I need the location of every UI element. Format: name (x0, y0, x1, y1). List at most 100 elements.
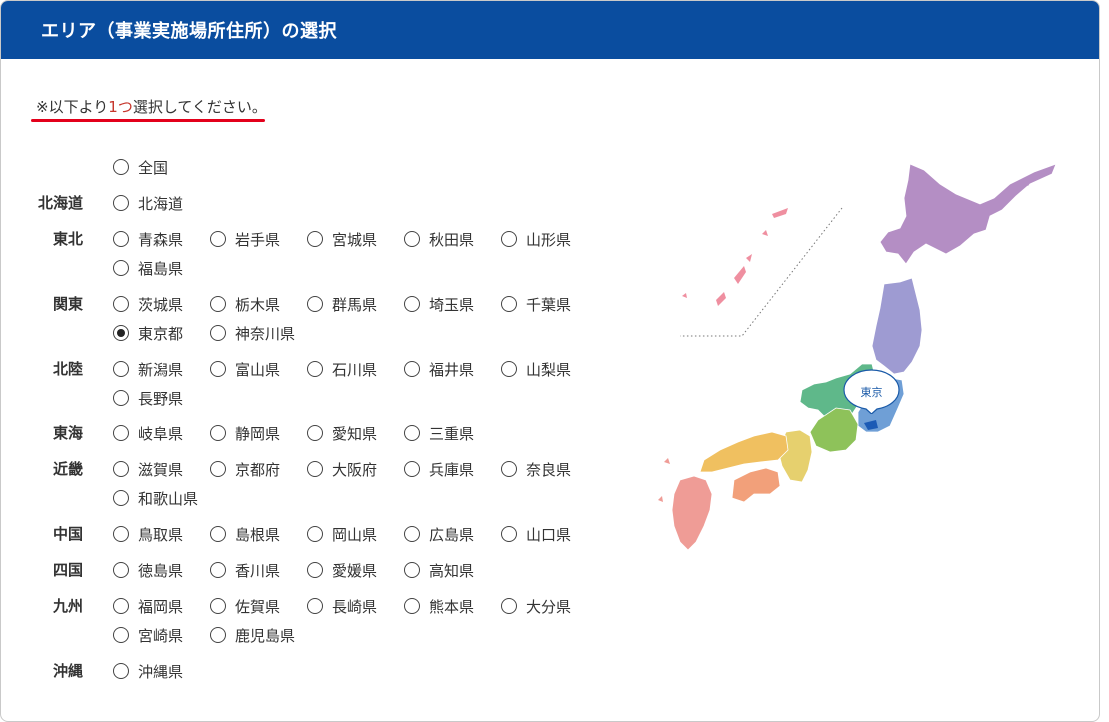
radio-button[interactable] (113, 390, 129, 406)
radio-option[interactable]: 島根県 (210, 524, 280, 544)
radio-option[interactable]: 長野県 (113, 388, 183, 408)
radio-button[interactable] (501, 598, 517, 614)
radio-option[interactable]: 山梨県 (501, 359, 571, 379)
radio-option[interactable]: 福井県 (404, 359, 474, 379)
radio-button[interactable] (404, 461, 420, 477)
radio-option[interactable]: 山口県 (501, 524, 571, 544)
radio-option[interactable]: 長崎県 (307, 596, 377, 616)
radio-button[interactable] (113, 598, 129, 614)
radio-button[interactable] (113, 231, 129, 247)
radio-button[interactable] (113, 296, 129, 312)
radio-option[interactable]: 山形県 (501, 229, 571, 249)
radio-button[interactable] (210, 361, 226, 377)
radio-option[interactable]: 鹿児島県 (210, 625, 295, 645)
radio-button[interactable] (307, 526, 323, 542)
radio-button[interactable] (404, 231, 420, 247)
radio-option[interactable]: 千葉県 (501, 294, 571, 314)
radio-button[interactable] (307, 231, 323, 247)
radio-button[interactable] (210, 598, 226, 614)
radio-button[interactable] (210, 627, 226, 643)
radio-option[interactable]: 石川県 (307, 359, 377, 379)
radio-button[interactable] (113, 159, 129, 175)
radio-button[interactable] (501, 296, 517, 312)
radio-button[interactable] (113, 490, 129, 506)
radio-option[interactable]: 岩手県 (210, 229, 280, 249)
radio-button[interactable] (113, 526, 129, 542)
radio-button[interactable] (113, 195, 129, 211)
radio-option[interactable]: 北海道 (113, 193, 183, 213)
radio-option[interactable]: 熊本県 (404, 596, 474, 616)
radio-button[interactable] (307, 425, 323, 441)
radio-option[interactable]: 岡山県 (307, 524, 377, 544)
radio-button[interactable] (501, 526, 517, 542)
radio-option[interactable]: 東京都 (113, 323, 183, 343)
radio-button[interactable] (501, 361, 517, 377)
radio-button[interactable] (404, 361, 420, 377)
radio-button[interactable] (113, 361, 129, 377)
radio-option[interactable]: 京都府 (210, 459, 280, 479)
radio-button[interactable] (113, 425, 129, 441)
radio-option[interactable]: 徳島県 (113, 560, 183, 580)
radio-button[interactable] (113, 562, 129, 578)
radio-option-label: 岩手県 (235, 230, 281, 249)
radio-option[interactable]: 全国 (113, 157, 168, 177)
radio-button[interactable] (307, 562, 323, 578)
radio-option[interactable]: 沖縄県 (113, 661, 183, 681)
radio-option[interactable]: 栃木県 (210, 294, 280, 314)
radio-button[interactable] (307, 598, 323, 614)
radio-option[interactable]: 佐賀県 (210, 596, 280, 616)
radio-option-label: 大分県 (526, 597, 572, 616)
radio-option[interactable]: 兵庫県 (404, 459, 474, 479)
radio-option[interactable]: 宮崎県 (113, 625, 183, 645)
radio-button[interactable] (210, 461, 226, 477)
radio-button[interactable] (210, 425, 226, 441)
radio-option[interactable]: 大分県 (501, 596, 571, 616)
radio-option[interactable]: 愛知県 (307, 423, 377, 443)
radio-option[interactable]: 富山県 (210, 359, 280, 379)
radio-option-label: 神奈川県 (235, 324, 296, 343)
radio-option[interactable]: 新潟県 (113, 359, 183, 379)
radio-button[interactable] (404, 296, 420, 312)
radio-option[interactable]: 香川県 (210, 560, 280, 580)
radio-button[interactable] (210, 562, 226, 578)
radio-button[interactable] (113, 627, 129, 643)
radio-option[interactable]: 青森県 (113, 229, 183, 249)
radio-option[interactable]: 大阪府 (307, 459, 377, 479)
radio-option[interactable]: 滋賀県 (113, 459, 183, 479)
radio-button[interactable] (307, 361, 323, 377)
radio-button[interactable] (307, 296, 323, 312)
radio-option[interactable]: 奈良県 (501, 459, 571, 479)
radio-option[interactable]: 茨城県 (113, 294, 183, 314)
radio-option[interactable]: 福岡県 (113, 596, 183, 616)
radio-option-label: 山梨県 (526, 360, 572, 379)
radio-button[interactable] (404, 526, 420, 542)
radio-button[interactable] (404, 562, 420, 578)
radio-button[interactable] (210, 325, 226, 341)
radio-button[interactable] (404, 425, 420, 441)
radio-button[interactable] (113, 325, 129, 341)
radio-button[interactable] (113, 663, 129, 679)
radio-option[interactable]: 秋田県 (404, 229, 474, 249)
radio-option[interactable]: 鳥取県 (113, 524, 183, 544)
radio-button[interactable] (501, 231, 517, 247)
radio-option[interactable]: 広島県 (404, 524, 474, 544)
radio-button[interactable] (113, 461, 129, 477)
radio-option[interactable]: 三重県 (404, 423, 474, 443)
radio-option[interactable]: 宮城県 (307, 229, 377, 249)
radio-option[interactable]: 静岡県 (210, 423, 280, 443)
radio-option[interactable]: 神奈川県 (210, 323, 295, 343)
radio-option[interactable]: 和歌山県 (113, 488, 198, 508)
radio-button[interactable] (404, 598, 420, 614)
radio-option[interactable]: 岐阜県 (113, 423, 183, 443)
radio-button[interactable] (210, 296, 226, 312)
radio-option[interactable]: 群馬県 (307, 294, 377, 314)
radio-option[interactable]: 愛媛県 (307, 560, 377, 580)
radio-button[interactable] (113, 260, 129, 276)
radio-option[interactable]: 埼玉県 (404, 294, 474, 314)
radio-option[interactable]: 福島県 (113, 258, 183, 278)
radio-button[interactable] (307, 461, 323, 477)
radio-button[interactable] (210, 526, 226, 542)
radio-option[interactable]: 高知県 (404, 560, 474, 580)
radio-button[interactable] (501, 461, 517, 477)
radio-button[interactable] (210, 231, 226, 247)
